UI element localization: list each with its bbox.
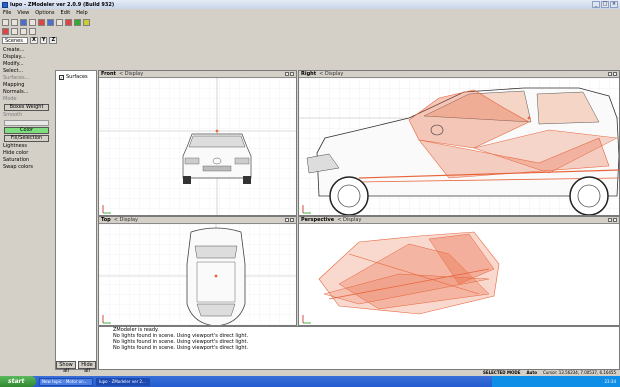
viewport-front-title: Front — [101, 71, 116, 77]
viewport-top-title: Top — [101, 217, 111, 223]
smooth-field[interactable] — [4, 120, 49, 126]
open-icon[interactable] — [11, 18, 18, 26]
scene-select[interactable]: Scenes — [2, 37, 28, 44]
material-icon[interactable] — [74, 18, 81, 26]
boxes-weight-button[interactable]: Boxes Weight — [4, 104, 49, 111]
light-icon[interactable] — [83, 18, 90, 26]
mode-label: Mode — [3, 96, 17, 102]
close-button[interactable]: × — [610, 1, 618, 8]
show-all-button[interactable]: Show all — [56, 361, 76, 374]
taskbar: start New topic - Motor on... lupo - ZMo… — [0, 376, 620, 387]
axis-z-toggle[interactable]: Z — [49, 37, 58, 44]
viewport-max-icon[interactable] — [290, 218, 294, 222]
delete-icon[interactable] — [38, 18, 45, 26]
modify-menu[interactable]: Modify... — [0, 61, 53, 68]
minimize-button[interactable]: _ — [592, 1, 600, 8]
viewport-max-icon[interactable] — [290, 72, 294, 76]
selection-tools — [0, 27, 60, 36]
viewport-perspective-title: Perspective — [301, 217, 335, 223]
surfaces-menu[interactable]: Surfaces... — [0, 75, 53, 82]
surfaces-checkbox[interactable]: ✓ — [59, 74, 64, 80]
console-log: ZModeler is ready. No lights found in sc… — [98, 326, 620, 370]
viewport-perspective-display[interactable]: < Display — [337, 217, 361, 223]
print-icon[interactable] — [29, 18, 36, 26]
surfaces-label: Surfaces — [66, 74, 88, 80]
perspective-canvas — [299, 224, 619, 325]
display-menu[interactable]: Display... — [0, 54, 53, 61]
hide-all-button[interactable]: Hide all — [78, 361, 96, 374]
create-menu[interactable]: Create... — [0, 47, 53, 54]
scale-icon[interactable] — [29, 28, 36, 35]
viewport-right[interactable]: Right < Display — [298, 70, 620, 216]
viewport-min-icon[interactable] — [285, 72, 289, 76]
viewport-max-icon[interactable] — [613, 72, 617, 76]
axis-tools: Scenes X Y Z — [0, 36, 60, 45]
start-button[interactable]: start — [0, 376, 36, 387]
new-icon[interactable] — [2, 18, 9, 26]
axis-y-toggle[interactable]: Y — [39, 37, 48, 44]
menu-view[interactable]: View — [17, 10, 29, 16]
main-toolbar — [0, 17, 620, 27]
viewport-top-display[interactable]: < Display — [114, 217, 138, 223]
top-canvas — [99, 224, 296, 325]
console-line: No lights found in scene. Using viewport… — [113, 345, 249, 351]
viewport-right-display[interactable]: < Display — [319, 71, 343, 77]
swap-colors-tool[interactable]: Swap colors — [0, 164, 53, 171]
maximize-button[interactable]: □ — [601, 1, 609, 8]
surfaces-item[interactable]: ✓ Surfaces — [56, 71, 96, 83]
render-icon[interactable] — [65, 18, 72, 26]
rotate-icon[interactable] — [20, 28, 27, 35]
taskbar-item[interactable]: New topic - Motor on... — [39, 377, 93, 386]
menu-edit[interactable]: Edit — [61, 10, 71, 16]
menu-help[interactable]: Help — [76, 10, 87, 16]
viewport-front-display[interactable]: < Display — [119, 71, 143, 77]
menu-bar: File View Options Edit Help — [0, 9, 620, 17]
redo-icon[interactable] — [56, 18, 63, 26]
saturation-tool[interactable]: Saturation — [0, 157, 53, 164]
color-button[interactable]: Color — [4, 127, 49, 134]
smooth-label: Smooth — [3, 112, 23, 118]
save-icon[interactable] — [20, 18, 27, 26]
front-canvas — [99, 78, 296, 215]
viewport-min-icon[interactable] — [285, 218, 289, 222]
viewport-top[interactable]: Top < Display — [98, 216, 297, 326]
hide-color-tool[interactable]: Hide color — [0, 150, 53, 157]
normals-menu[interactable]: Normals... — [0, 89, 53, 96]
axis-x-toggle[interactable]: X — [30, 37, 38, 44]
fill-selection-button[interactable]: Fill/Selection — [4, 135, 49, 142]
command-panel: Create... Display... Modify... Select...… — [0, 47, 53, 372]
object-list: ✓ Surfaces — [55, 70, 97, 370]
viewport-min-icon[interactable] — [608, 72, 612, 76]
app-icon — [2, 1, 8, 8]
select-menu[interactable]: Select... — [0, 68, 53, 75]
viewport-front[interactable]: Front < Display — [98, 70, 297, 216]
mapping-menu[interactable]: Mapping — [0, 82, 53, 89]
title-bar: lupo - ZModeler ver 2.0.9 (Build 932) _ … — [0, 0, 620, 9]
viewport-right-title: Right — [301, 71, 317, 77]
move-icon[interactable] — [11, 28, 18, 35]
viewport-perspective[interactable]: Perspective < Display — [298, 216, 620, 326]
undo-icon[interactable] — [47, 18, 54, 26]
viewport-max-icon[interactable] — [613, 218, 617, 222]
zmodeler-window: lupo - ZModeler ver 2.0.9 (Build 932) _ … — [0, 0, 620, 387]
select-icon[interactable] — [2, 28, 9, 35]
window-title: lupo - ZModeler ver 2.0.9 (Build 932) — [10, 1, 115, 8]
lightness-tool[interactable]: Lightness — [0, 143, 53, 150]
menu-options[interactable]: Options — [35, 10, 54, 16]
menu-file[interactable]: File — [3, 10, 11, 16]
right-canvas — [299, 78, 619, 215]
system-tray-clock: 23:34 — [492, 376, 620, 387]
taskbar-item[interactable]: lupo - ZModeler ver 2... — [96, 377, 150, 386]
viewport-min-icon[interactable] — [608, 218, 612, 222]
